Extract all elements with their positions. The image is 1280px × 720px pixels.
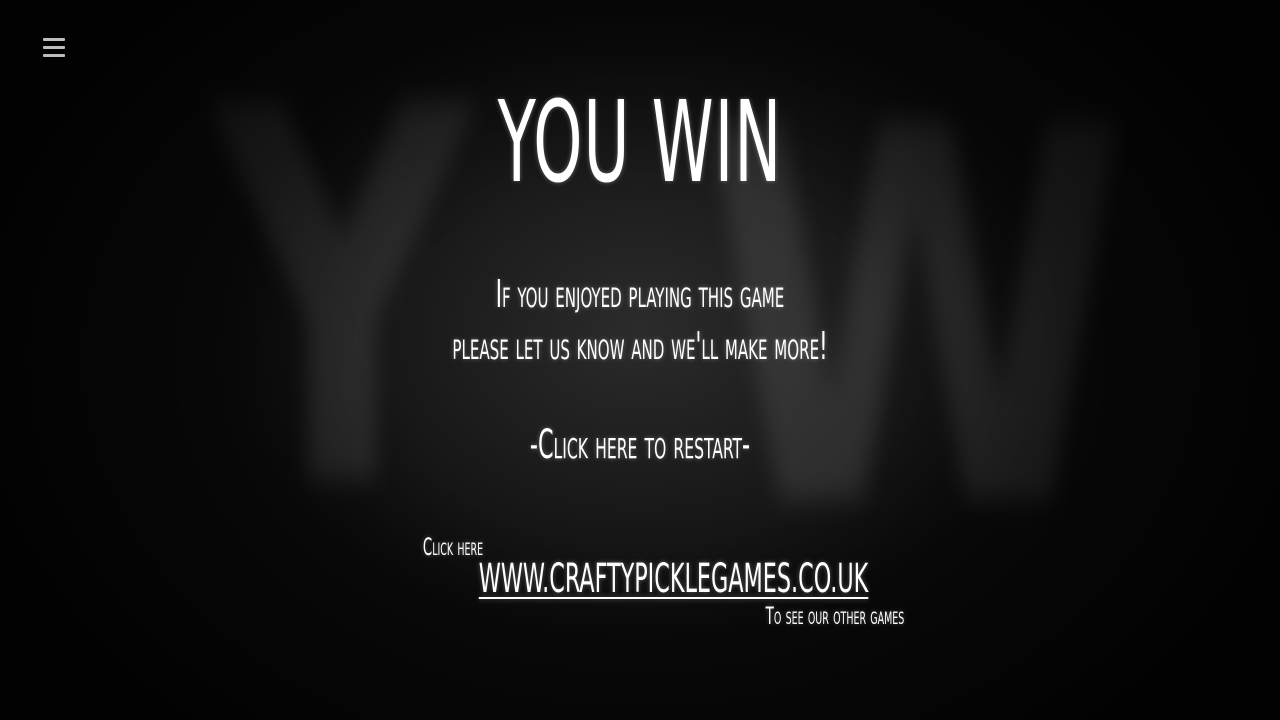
website-link[interactable]: WWW.CRAFTYPICKLEGAMES.CO.UK bbox=[479, 556, 869, 602]
menu-bar bbox=[43, 38, 65, 41]
menu-bar bbox=[43, 46, 65, 49]
hamburger-menu-icon[interactable] bbox=[43, 37, 65, 57]
message-line-2: please let us know and we'll make more! bbox=[452, 324, 828, 368]
game-screen: Y W YOU WIN If you enjoyed playing this … bbox=[0, 0, 1280, 720]
click-here-label: Click here bbox=[422, 533, 484, 561]
menu-bar bbox=[43, 54, 65, 57]
message-line-1: If you enjoyed playing this game bbox=[495, 272, 785, 316]
restart-button[interactable]: -Click here to restart- bbox=[243, 422, 1037, 468]
other-games-label: To see our other games bbox=[765, 602, 905, 630]
win-title: YOU WIN bbox=[497, 78, 783, 208]
